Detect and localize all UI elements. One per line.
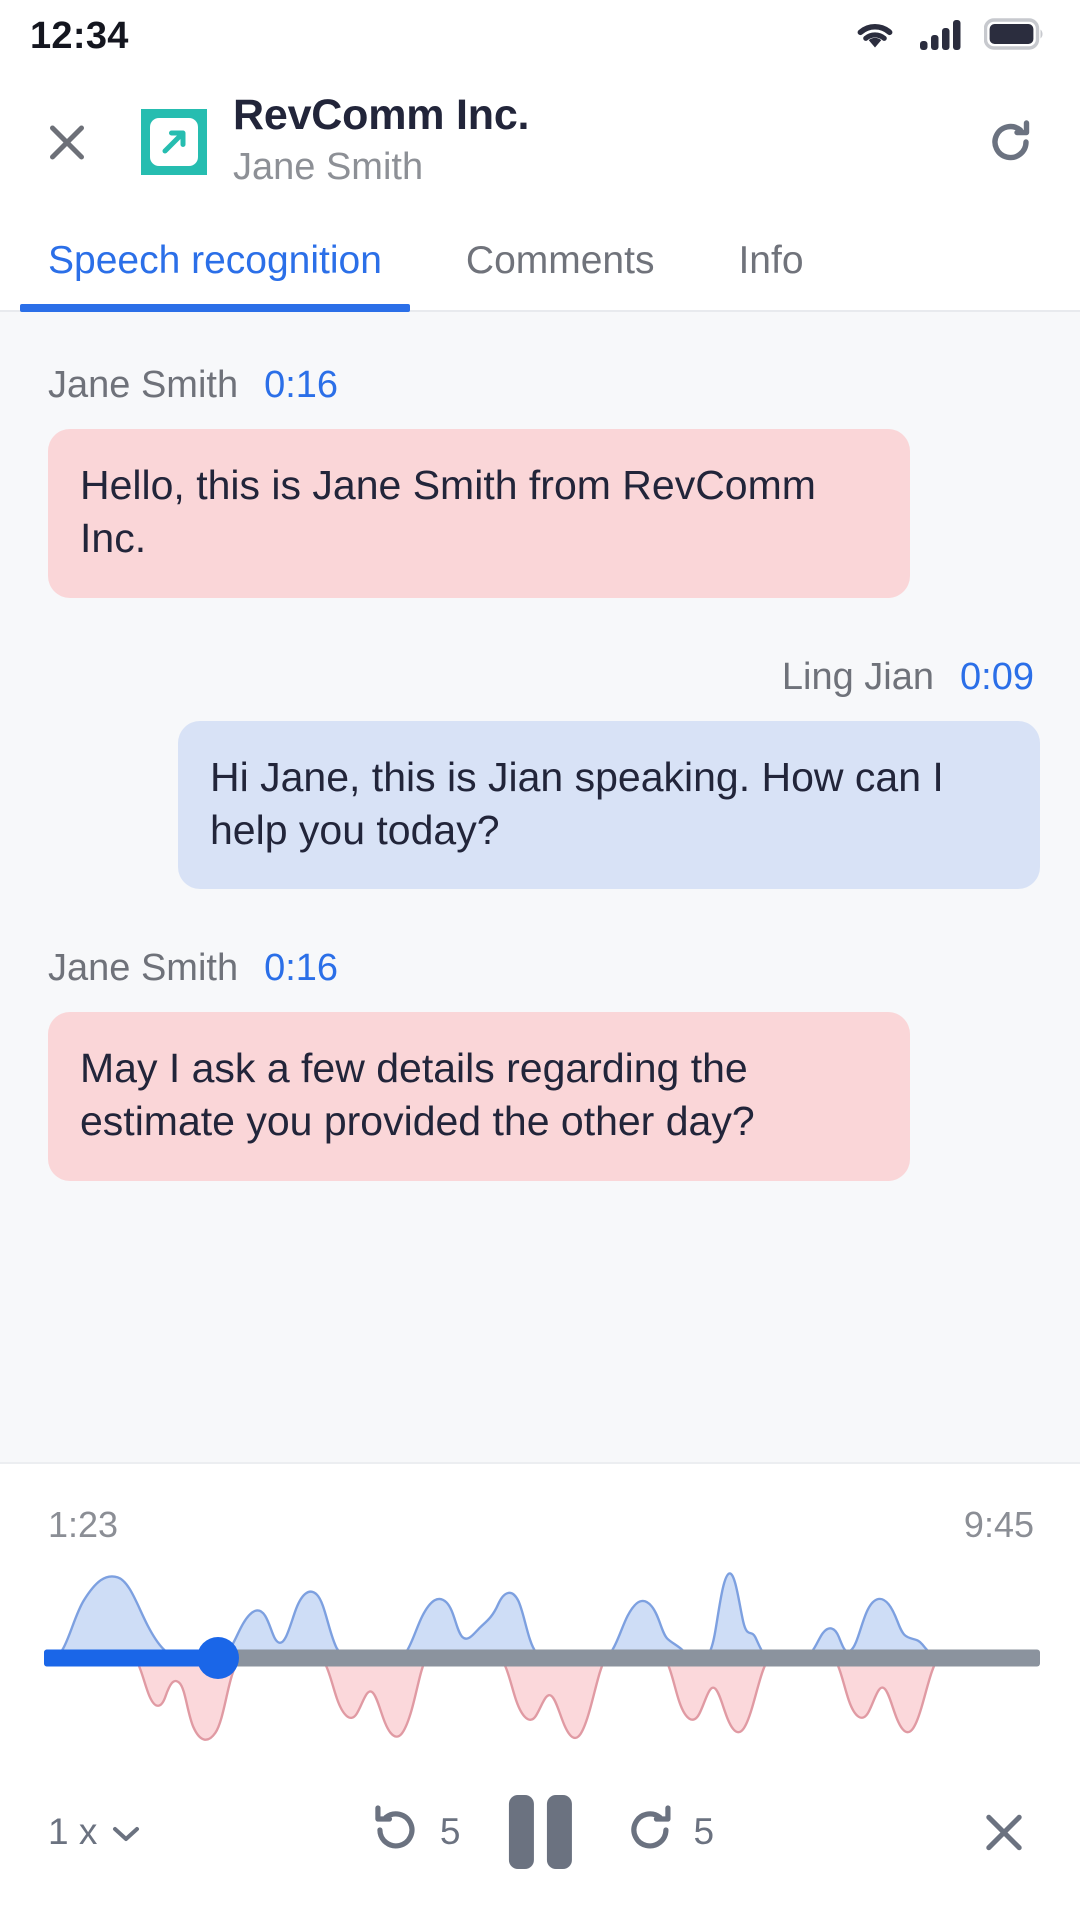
message-timestamp[interactable]: 0:16 <box>264 364 338 407</box>
message-speaker: Ling Jian <box>781 655 935 698</box>
status-bar: 12:34 <box>0 0 1080 72</box>
transcript-list[interactable]: Jane Smith 0:16 Hello, this is Jane Smit… <box>0 312 1080 1462</box>
player-time-row: 1:23 9:45 <box>0 1464 1080 1546</box>
pause-icon[interactable] <box>501 1795 580 1869</box>
transcript-message: Ling Jian 0:09 Hi Jane, this is Jian spe… <box>48 656 1040 890</box>
cellular-signal-icon <box>918 17 964 56</box>
header-titles: RevComm Inc. Jane Smith <box>233 90 976 191</box>
revcomm-arrow-logo-icon <box>141 109 207 175</box>
tab-label: Comments <box>465 239 655 282</box>
player-controls: 1 x 5 5 <box>0 1754 1080 1920</box>
status-bar-icons <box>852 17 1046 56</box>
message-speaker: Jane Smith <box>48 947 239 990</box>
progress-track[interactable] <box>44 1649 1040 1667</box>
forward-5-icon <box>620 1799 680 1866</box>
message-bubble[interactable]: May I ask a few details regarding the es… <box>48 1012 910 1181</box>
message-timestamp[interactable]: 0:09 <box>960 656 1034 699</box>
status-bar-time: 12:34 <box>30 14 129 57</box>
tab-comments[interactable]: Comments <box>438 212 683 310</box>
audio-player: 1:23 9:45 1 x 5 5 <box>0 1462 1080 1920</box>
tab-label: Speech recognition <box>48 239 382 282</box>
message-bubble[interactable]: Hi Jane, this is Jian speaking. How can … <box>178 720 1040 890</box>
rewind-seconds-label: 5 <box>439 1811 461 1852</box>
total-time-label: 9:45 <box>963 1504 1034 1545</box>
waveform-scrubber[interactable] <box>44 1562 1040 1754</box>
close-player-icon[interactable] <box>972 1800 1036 1864</box>
tab-speech-recognition[interactable]: Speech recognition <box>20 212 410 312</box>
refresh-icon[interactable] <box>976 107 1046 177</box>
page-subtitle: Jane Smith <box>233 146 424 189</box>
pause-bar-right <box>546 1795 572 1869</box>
message-bubble[interactable]: Hello, this is Jane Smith from RevComm I… <box>48 429 910 598</box>
message-meta: Ling Jian 0:09 <box>782 656 1040 699</box>
message-meta: Jane Smith 0:16 <box>48 947 338 990</box>
transcript-message: Jane Smith 0:16 May I ask a few details … <box>48 947 1040 1181</box>
message-speaker: Jane Smith <box>48 364 239 406</box>
rewind-5-button[interactable]: 5 <box>366 1799 461 1866</box>
tab-label: Info <box>738 239 804 282</box>
pause-bar-left <box>508 1795 534 1869</box>
rewind-5-icon <box>366 1799 426 1866</box>
center-controls: 5 5 <box>366 1795 714 1869</box>
playhead-handle[interactable] <box>197 1637 240 1679</box>
tab-info[interactable]: Info <box>710 212 831 310</box>
forward-5-button[interactable]: 5 <box>620 1799 715 1866</box>
playback-speed-label: 1 x <box>48 1811 98 1852</box>
playback-speed-button[interactable]: 1 x <box>48 1811 141 1853</box>
app-header: RevComm Inc. Jane Smith <box>0 72 1080 212</box>
message-timestamp[interactable]: 0:16 <box>264 947 338 990</box>
close-icon[interactable] <box>36 111 98 173</box>
page-title: RevComm Inc. <box>233 90 530 139</box>
current-time-label: 1:23 <box>48 1504 119 1545</box>
forward-seconds-label: 5 <box>693 1811 715 1852</box>
message-meta: Jane Smith 0:16 <box>48 364 338 407</box>
chevron-down-icon <box>111 1811 141 1853</box>
tab-bar: Speech recognition Comments Info <box>0 212 1080 312</box>
progress-fill <box>44 1649 219 1667</box>
transcript-message: Jane Smith 0:16 Hello, this is Jane Smit… <box>48 364 1040 598</box>
battery-full-icon <box>983 17 1046 55</box>
wifi-icon <box>852 17 898 56</box>
